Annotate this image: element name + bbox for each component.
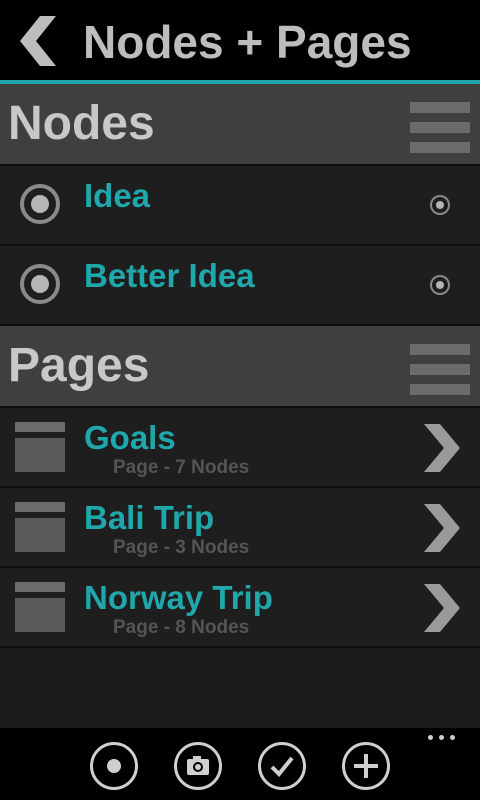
pages-section-header: Pages — [0, 326, 480, 408]
page-title: Nodes + Pages — [83, 16, 412, 68]
chevron-right-icon[interactable] — [422, 584, 462, 632]
node-label: Better Idea — [84, 257, 255, 294]
page-subtitle: Page - 7 Nodes — [113, 457, 250, 478]
page-icon — [15, 502, 65, 552]
content-area: Nodes Idea Better Idea Pages Goals Page … — [0, 84, 480, 728]
title-bar: Nodes + Pages — [0, 0, 480, 80]
page-label: Goals — [84, 419, 176, 456]
back-icon[interactable] — [18, 16, 58, 66]
nodes-section-header: Nodes — [0, 84, 480, 166]
node-row[interactable]: Idea — [0, 166, 480, 246]
node-small-radio-icon[interactable] — [430, 195, 450, 215]
check-icon[interactable] — [258, 742, 306, 790]
nodes-section-title: Nodes — [8, 97, 155, 150]
camera-icon[interactable] — [174, 742, 222, 790]
pages-menu-icon[interactable] — [410, 344, 470, 396]
node-label: Idea — [84, 177, 151, 214]
page-label: Bali Trip — [84, 499, 215, 536]
pages-section-title: Pages — [8, 339, 150, 392]
page-label: Norway Trip — [84, 579, 273, 616]
nodes-menu-icon[interactable] — [410, 102, 470, 154]
node-small-radio-icon[interactable] — [430, 275, 450, 295]
add-icon[interactable] — [342, 742, 390, 790]
chevron-right-icon[interactable] — [422, 504, 462, 552]
app-bar — [0, 728, 480, 800]
page-icon — [15, 422, 65, 472]
page-subtitle: Page - 8 Nodes — [113, 617, 250, 638]
page-row[interactable]: Bali Trip Page - 3 Nodes — [0, 488, 480, 568]
chevron-right-icon[interactable] — [422, 424, 462, 472]
node-row[interactable]: Better Idea — [0, 246, 480, 326]
node-radio-icon[interactable] — [20, 184, 60, 224]
page-row[interactable]: Norway Trip Page - 8 Nodes — [0, 568, 480, 648]
node-radio-icon[interactable] — [20, 264, 60, 304]
more-ellipsis-icon[interactable] — [428, 732, 456, 742]
page-icon — [15, 582, 65, 632]
page-row[interactable]: Goals Page - 7 Nodes — [0, 408, 480, 488]
page-subtitle: Page - 3 Nodes — [113, 537, 250, 558]
record-icon[interactable] — [90, 742, 138, 790]
